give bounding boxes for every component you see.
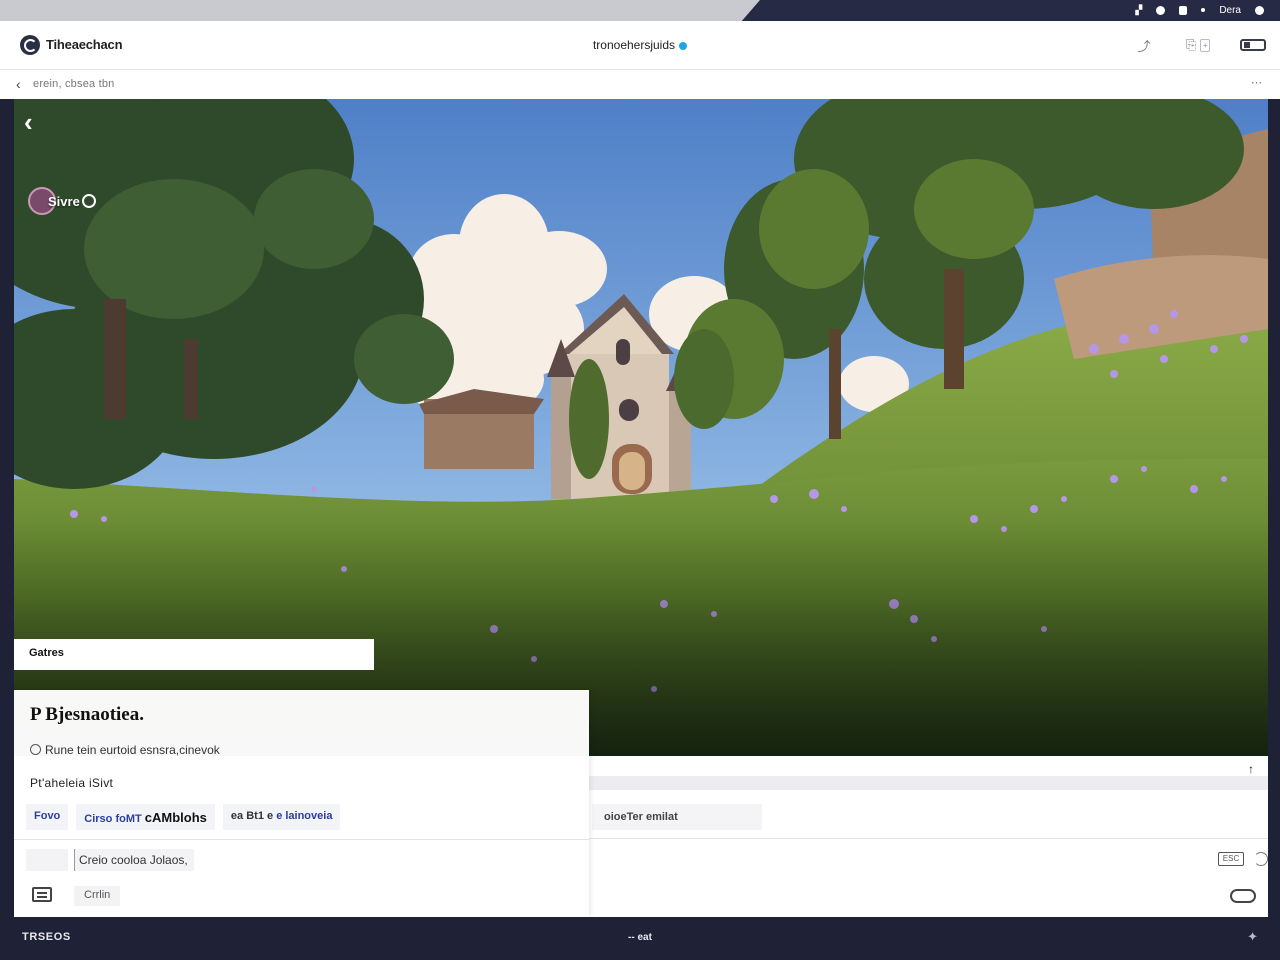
info-panel: P Bjesnaotiea. Rune tein eurtoid esnsra,… [14,690,589,917]
card-icon[interactable] [32,887,52,902]
keyboard-icon[interactable]: ESC [1218,852,1244,866]
toggle-switch-icon[interactable] [1230,889,1256,903]
system-status-label: Dera [1219,4,1241,16]
tab-fovo[interactable]: Fovo [26,804,69,830]
tab-cirso-label: Cirso foMT [84,813,142,825]
header-actions: ⤴ ⎘ + [1132,34,1266,56]
tab-ea-label: ea Bt1 e [230,810,274,822]
system-status-icons: ▞ Dera [1135,3,1264,17]
page-title-text: tronoehersjuids [592,38,676,52]
sparkle-icon[interactable]: ✦ [1247,929,1258,945]
share-glyph-icon: ⎘ [1186,37,1197,52]
share-icon[interactable]: ⎘ + [1186,34,1210,56]
creator-name[interactable]: Sivre [48,194,80,209]
creator-badge[interactable]: Sivre [28,187,96,215]
system-bar-light-segment [0,0,760,21]
breadcrumb: ‹ erein, cbsea tbn ⋯ [0,70,1280,99]
chevron-left-icon[interactable]: ‹ [16,76,21,92]
app-header: Tiheaechacn tronoehersjuids ⤴ ⎘ + [0,21,1280,70]
signal-icon: ▞ [1135,4,1143,15]
arrow-up-icon[interactable]: ↑ [1248,762,1254,776]
notification-icon [1255,5,1264,15]
verified-icon [81,194,96,208]
dot-separator-icon [1201,8,1206,12]
tab-ea[interactable]: ea Bt1 e e lainoveia [222,804,341,830]
info-tabs: Fovo Cirso foMT cAMblohs ea Bt1 e e lain… [26,804,341,830]
back-chevron-icon[interactable]: ‹ [24,109,54,139]
info-meta-text: Rune tein eurtoid esnsra,cinevok [45,743,220,757]
wifi-icon [1156,5,1166,15]
bottom-bar-center-label: -- eat [628,932,652,943]
tab-cirso[interactable]: Cirso foMT cAMblohs [76,804,215,830]
bottom-bar: TRSEOS -- eat ✦ [0,917,1280,960]
info-title: P Bjesnaotiea. [30,704,144,725]
more-icon[interactable]: ⋯ [1251,76,1262,89]
tab-cirso-strong: cAMblohs [144,810,207,825]
live-status-icon [679,41,688,50]
info-chip[interactable]: Creio cooloa Jolaos, [74,849,194,871]
edit-icon[interactable]: ⤴ [1132,34,1156,56]
system-bar: ▞ Dera [0,0,1280,21]
info-subtitle: Pt'aheleia iSivt [30,776,114,790]
page-title: tronoehersjuids [0,38,1280,52]
info-divider [14,839,589,840]
info-chip-blank[interactable] [26,849,68,871]
refresh-icon[interactable] [1254,852,1268,866]
toggle-icon[interactable] [1240,39,1266,51]
battery-small-icon [1179,5,1188,15]
info-bottom-chip[interactable]: Crrlin [74,886,121,906]
tab-ea-strong: e lainoveia [276,810,333,822]
breadcrumb-text[interactable]: erein, cbsea tbn [33,78,114,90]
image-caption: Gatres [14,639,374,670]
info-meta: Rune tein eurtoid esnsra,cinevok [30,743,220,757]
strip-chip[interactable]: oioeTer emilat [592,804,762,830]
window-icon[interactable]: + [1200,38,1210,52]
clock-icon [30,744,41,755]
